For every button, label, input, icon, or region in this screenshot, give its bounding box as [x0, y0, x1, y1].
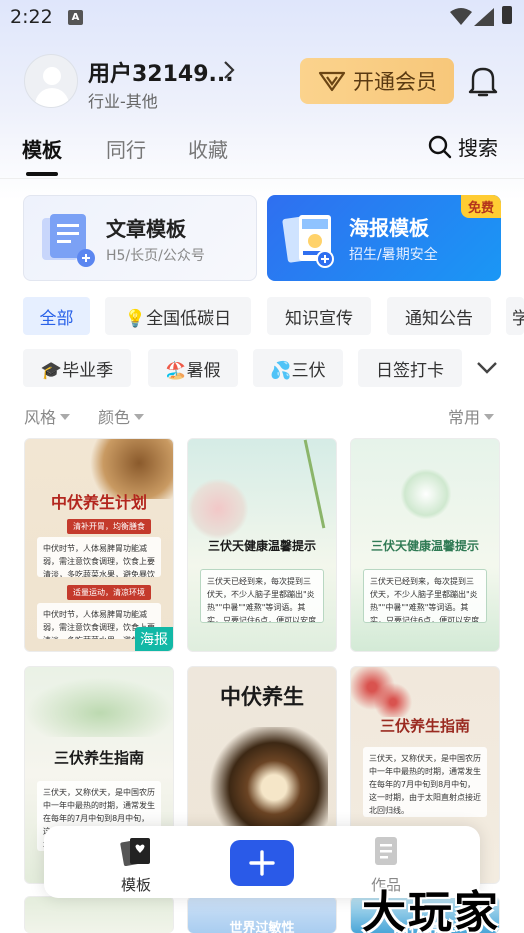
plum-blossom-image: [351, 667, 421, 717]
avatar-head-icon: [43, 67, 61, 85]
sort-filter[interactable]: 常用: [448, 404, 495, 428]
article-card-title: 文章模板: [106, 217, 186, 241]
vip-button[interactable]: 开通会员: [300, 58, 454, 104]
vip-label: 开通会员: [353, 70, 437, 94]
template-title: 三伏养生指南: [379, 717, 470, 735]
template-title: 中伏养生: [220, 685, 304, 709]
nav-template-label: 模板: [120, 876, 151, 894]
color-filter[interactable]: 颜色: [98, 404, 145, 428]
notification-a-icon: A: [68, 10, 83, 25]
status-bar: 2:22 A: [0, 0, 524, 36]
poster-template-card[interactable]: 海报模板 招生/暑期安全 免费: [267, 195, 501, 281]
lotus-leaves-image: [25, 677, 173, 737]
chip-daily-checkin[interactable]: 日签打卡: [358, 349, 462, 387]
poster-tag-badge: 海报: [135, 627, 173, 651]
chip-graduation[interactable]: 🎓毕业季: [23, 349, 131, 387]
wifi-icon: [450, 8, 472, 25]
color-filter-label: 颜色: [98, 408, 131, 427]
lotus-image: [188, 479, 248, 539]
add-button[interactable]: [230, 840, 294, 886]
vip-icon: [318, 71, 346, 92]
template-title: 三伏天健康温馨提示: [370, 539, 479, 553]
caret-down-icon: [134, 414, 145, 420]
template-subtitle: 适量运动，清凉环境: [67, 585, 151, 600]
caret-down-icon: [60, 414, 71, 420]
template-body: 中伏时节，人体易脾胃功能减弱，需注意饮食调理，饮食上要清淡，多吃蔬菜水果，避免暴…: [37, 537, 161, 577]
template-card[interactable]: 中伏养生计划 清补开胃，均衡膳食 中伏时节，人体易脾胃功能减弱，需注意饮食调理，…: [24, 438, 174, 652]
template-title: 三伏天健康温馨提示: [207, 539, 316, 553]
tab-active-indicator: [26, 172, 58, 176]
template-card[interactable]: 三伏天健康温馨提示 三伏天已经到来，每次提到三伏天，不少人脑子里都蹦出"炎热""…: [350, 438, 500, 652]
plus-icon: [249, 850, 275, 876]
tab-template[interactable]: 模板: [22, 134, 62, 163]
document-icon: [375, 837, 397, 865]
template-title: 世界过敏性: [229, 921, 295, 933]
watermark-logo: 大玩家: [362, 887, 500, 933]
nav-template[interactable]: 模板: [96, 836, 176, 895]
template-card[interactable]: [24, 896, 174, 933]
willow-image: [303, 439, 326, 529]
template-card[interactable]: 三伏天健康温馨提示 三伏天已经到来，每次提到三伏天，不少人脑子里都蹦出"炎热""…: [187, 438, 337, 652]
template-title: 三伏养生指南: [53, 749, 144, 767]
search-button[interactable]: 搜索: [428, 132, 498, 161]
signal-icon: [474, 8, 494, 26]
tab-peers[interactable]: 同行: [106, 134, 146, 163]
lotus-image: [401, 469, 451, 519]
article-icon: [42, 214, 95, 267]
search-label: 搜索: [458, 136, 498, 160]
template-subtitle: 清补开胃，均衡膳食: [67, 519, 151, 534]
poster-card-subtitle: 招生/暑期安全: [349, 247, 438, 263]
search-icon: [428, 135, 452, 158]
herbal-bowl-image: [208, 727, 328, 837]
chip-dog-days[interactable]: 💦三伏: [253, 349, 343, 387]
chip-knowledge[interactable]: 知识宣传: [267, 297, 371, 335]
template-title: 中伏养生计划: [50, 493, 147, 512]
template-body: 三伏天已经到来，每次提到三伏天，不少人脑子里都蹦出"炎热""中暑""难熬"等词语…: [363, 569, 487, 623]
free-badge: 免费: [460, 195, 501, 218]
template-nav-icon: [120, 838, 150, 867]
style-filter[interactable]: 风格: [24, 404, 71, 428]
article-template-card[interactable]: 文章模板 H5/长页/公众号: [23, 195, 257, 281]
chevron-down-icon[interactable]: [472, 358, 502, 378]
poster-card-title: 海报模板: [349, 216, 429, 240]
avatar-body-icon: [35, 88, 69, 107]
style-filter-label: 风格: [24, 408, 57, 427]
chip-summer-vacation[interactable]: 🏖️暑假: [148, 349, 238, 387]
bell-icon[interactable]: [468, 64, 498, 98]
divider: [0, 178, 524, 179]
status-time: 2:22: [10, 6, 53, 28]
username[interactable]: 用户32149...: [88, 56, 234, 88]
avatar[interactable]: [24, 54, 78, 108]
template-body: 三伏天，又称伏天，是中国农历中一年中最热的时期，通常发生在每年的7月中旬到8月中…: [363, 747, 487, 817]
industry-label: 行业-其他: [88, 92, 158, 111]
caret-down-icon: [484, 414, 495, 420]
chip-notice[interactable]: 通知公告: [387, 297, 491, 335]
sort-filter-label: 常用: [448, 408, 481, 427]
chevron-right-icon[interactable]: [222, 60, 236, 80]
template-card[interactable]: 世界过敏性: [187, 896, 337, 933]
tab-favorites[interactable]: 收藏: [188, 134, 228, 163]
poster-icon: [282, 215, 334, 268]
chip-all[interactable]: 全部: [23, 297, 90, 335]
article-card-subtitle: H5/长页/公众号: [106, 248, 205, 264]
template-body: 三伏天已经到来，每次提到三伏天，不少人脑子里都蹦出"炎热""中暑""难熬"等词语…: [200, 569, 324, 623]
battery-icon: [502, 6, 512, 24]
chip-partial[interactable]: 学: [506, 297, 524, 335]
main-tabs: 模板 同行 收藏 搜索: [0, 128, 524, 178]
chip-low-carbon-day[interactable]: 💡全国低碳日: [105, 297, 251, 335]
